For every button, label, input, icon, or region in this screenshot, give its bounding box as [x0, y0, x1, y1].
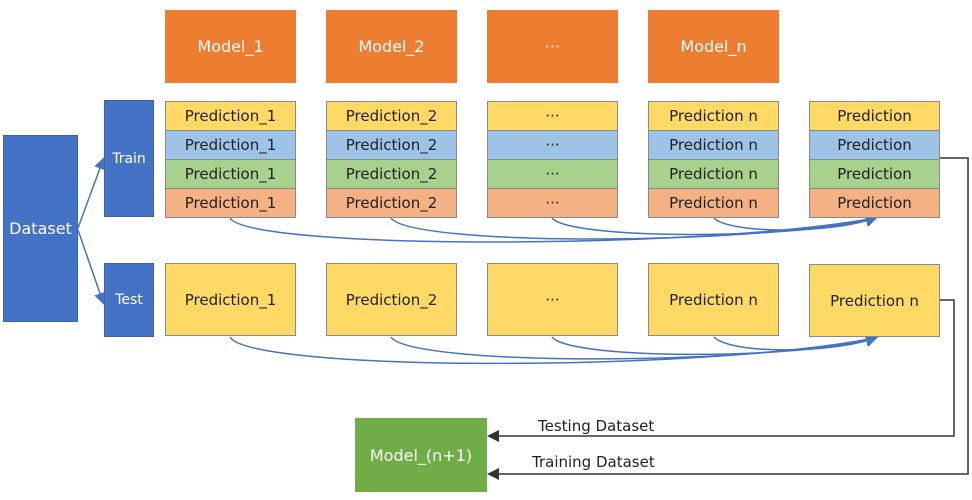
train-prediction-cell: Prediction_1 — [165, 101, 296, 131]
test-prediction-cell: Prediction n — [648, 263, 779, 336]
train-prediction-cell: ··· — [487, 188, 618, 218]
model-2-box: Model_2 — [326, 10, 457, 83]
test-prediction-cell: Prediction_2 — [326, 263, 457, 336]
train-prediction-cell: Prediction_2 — [326, 130, 457, 160]
train-prediction-cell: Prediction_1 — [165, 188, 296, 218]
train-prediction-cell: Prediction n — [648, 130, 779, 160]
train-box: Train — [104, 100, 154, 217]
train-prediction-cell: Prediction — [809, 188, 940, 218]
training-dataset-label: Training Dataset — [532, 453, 655, 471]
arrow-dataset-train — [77, 157, 106, 229]
train-prediction-cell: Prediction_2 — [326, 188, 457, 218]
test-prediction-cell: Prediction_1 — [165, 263, 296, 336]
model-n-box: Model_n — [648, 10, 779, 83]
train-prediction-cell: Prediction_1 — [165, 130, 296, 160]
train-prediction-cell: Prediction_2 — [326, 159, 457, 189]
train-prediction-cell: Prediction — [809, 130, 940, 160]
train-prediction-cell: Prediction n — [648, 101, 779, 131]
arrow-dataset-test — [77, 229, 106, 305]
train-prediction-cell: ··· — [487, 130, 618, 160]
train-prediction-cell: ··· — [487, 159, 618, 189]
testing-dataset-label: Testing Dataset — [538, 417, 655, 435]
train-prediction-cell: Prediction — [809, 159, 940, 189]
train-prediction-cell: Prediction_2 — [326, 101, 457, 131]
final-model-box: Model_(n+1) — [355, 418, 487, 492]
dataset-box: Dataset — [3, 135, 78, 322]
train-prediction-cell: Prediction n — [648, 159, 779, 189]
model-ellipsis-box: ··· — [487, 10, 618, 83]
stacking-diagram: Dataset Train Test Model_1 Model_2 ··· M… — [0, 0, 972, 500]
model-1-box: Model_1 — [165, 10, 296, 83]
train-prediction-cell: Prediction n — [648, 188, 779, 218]
test-prediction-cell: ··· — [487, 263, 618, 336]
curve-train-2 — [390, 214, 878, 240]
test-box: Test — [104, 263, 154, 337]
train-prediction-cell: Prediction — [809, 101, 940, 131]
test-prediction-cell: Prediction n — [809, 264, 940, 337]
train-prediction-cell: Prediction_1 — [165, 159, 296, 189]
train-prediction-cell: ··· — [487, 101, 618, 131]
